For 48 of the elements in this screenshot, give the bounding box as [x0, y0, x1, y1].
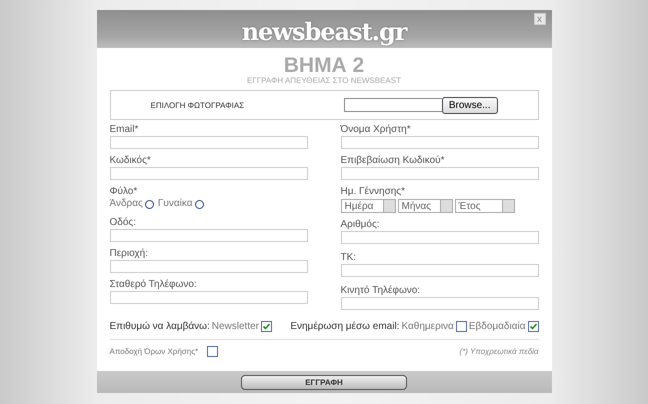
radio-label: Γυναίκα — [158, 198, 192, 210]
field-label: Επιβεβαίωση Κωδικού* — [340, 154, 446, 167]
email-updates-label: Ενημέρωση μέσω email: — [290, 320, 400, 332]
radio-button[interactable] — [194, 200, 204, 208]
text-field[interactable] — [340, 167, 538, 180]
field-label: Φύλο* — [110, 185, 138, 198]
checkbox[interactable] — [456, 320, 467, 332]
text-field[interactable] — [110, 136, 308, 149]
checkbox[interactable] — [528, 320, 538, 332]
required-note: (*) Υποχρεωτικά πεδία — [460, 346, 538, 356]
dropdown[interactable]: Μήνας — [398, 199, 452, 213]
option-label: Καθημερινα — [401, 320, 454, 332]
text-field[interactable] — [340, 136, 538, 149]
field-label: ΤΚ: — [340, 251, 358, 264]
option-label: Εβδομαδιαία — [468, 320, 526, 332]
checkbox[interactable] — [206, 346, 218, 356]
field-label: Κωδικός* — [110, 154, 152, 167]
newsletter-label: Επιθυμώ να λαμβάνω: — [110, 320, 210, 332]
field-label: Σταθερό Τηλέφωνο: — [110, 278, 198, 291]
browse-button[interactable]: Browse... — [442, 96, 498, 114]
radio-label: Άνδρας — [110, 198, 143, 210]
field-label: Περιοχή: — [110, 247, 149, 260]
field-label: Οδός: — [110, 216, 138, 229]
file-field[interactable] — [344, 98, 442, 112]
field-label: Email* — [110, 123, 140, 136]
text-field[interactable] — [110, 260, 308, 273]
dropdown[interactable]: Έτος — [454, 199, 514, 213]
field-label: Κινητό Τηλέφωνο: — [340, 284, 422, 297]
step-subtitle: ΕΓΓΡΑΦΗ ΑΠΕΥΘΕΙΑΣ ΣΤΟ NEWSBEAST — [246, 76, 402, 86]
radio-button[interactable] — [144, 200, 154, 208]
photo-label: ΕΠΙΛΟΓΗ ΦΩΤΟΓΡΑΦΙΑΣ — [150, 100, 246, 110]
step-title: ΒΗΜΑ 2 — [282, 56, 366, 76]
field-label: Αριθμός: — [340, 218, 381, 231]
close-button[interactable]: x — [534, 13, 546, 25]
checkbox[interactable] — [261, 320, 272, 332]
dropdown[interactable]: Ημέρα — [340, 199, 396, 213]
text-field[interactable] — [340, 264, 538, 277]
text-field[interactable] — [340, 231, 538, 244]
terms-label: Αποδοχή Όρων Χρήσης* — [110, 346, 198, 356]
text-field[interactable] — [110, 229, 308, 242]
text-field[interactable] — [110, 291, 308, 304]
field-label: Ημ. Γέννησης* — [340, 185, 406, 198]
text-field[interactable] — [340, 297, 538, 310]
submit-button[interactable]: ΕΓΓΡΑΦΗ — [241, 374, 407, 390]
text-field[interactable] — [110, 167, 308, 180]
logo: newsbeast.gr — [242, 18, 406, 46]
option-label: Newsletter — [212, 320, 259, 332]
field-label: Όνομα Χρήστη* — [340, 123, 412, 136]
